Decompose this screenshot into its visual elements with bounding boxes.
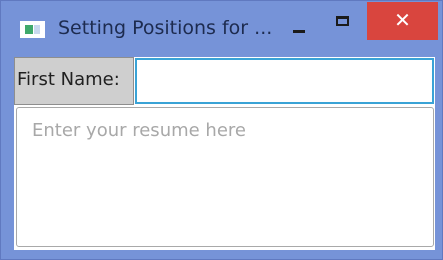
app-icon — [20, 21, 45, 38]
maximize-button[interactable] — [328, 10, 358, 40]
resume-textarea[interactable] — [16, 107, 434, 247]
first-name-label: First Name: — [17, 69, 120, 90]
app-icon-blue-pane — [34, 25, 40, 34]
form-content: First Name: — [14, 57, 435, 250]
minimize-button[interactable] — [284, 13, 314, 43]
first-name-input[interactable] — [135, 58, 434, 104]
title-bar[interactable]: Setting Positions for ... ✕ — [1, 1, 442, 57]
minimize-icon — [293, 30, 305, 33]
window-title: Setting Positions for ... — [58, 17, 273, 39]
first-name-label-cell: First Name: — [14, 57, 134, 105]
app-window: Setting Positions for ... ✕ First Name: — [0, 0, 443, 260]
close-button[interactable]: ✕ — [367, 2, 438, 40]
maximize-icon — [336, 16, 349, 26]
close-icon: ✕ — [394, 8, 411, 32]
app-icon-green-pane — [25, 25, 33, 34]
